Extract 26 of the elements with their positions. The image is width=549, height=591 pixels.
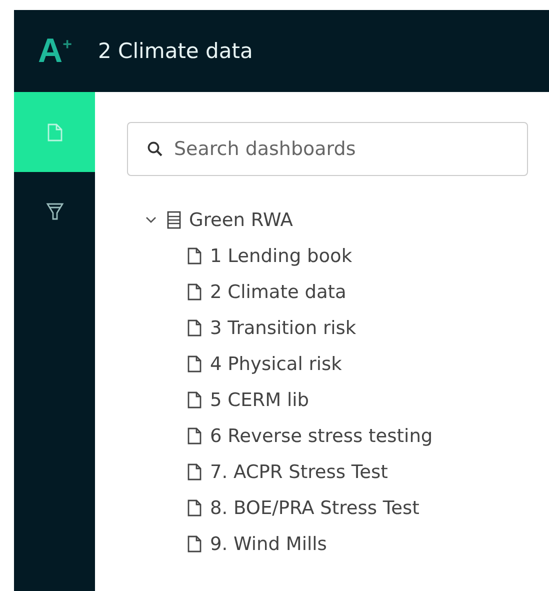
document-icon xyxy=(187,427,202,445)
tree-item[interactable]: 2 Climate data xyxy=(210,282,346,302)
document-icon xyxy=(187,247,202,265)
document-icon xyxy=(187,283,202,301)
document-icon xyxy=(187,319,202,337)
document-icon xyxy=(187,499,202,517)
tree-item[interactable]: 5 CERM lib xyxy=(210,390,309,410)
filter-icon xyxy=(46,202,64,222)
page-title: 2 Climate data xyxy=(98,39,253,63)
document-icon xyxy=(187,463,202,481)
document-icon xyxy=(46,122,62,142)
database-icon xyxy=(167,211,181,229)
tree-item[interactable]: 9. Wind Mills xyxy=(210,534,327,554)
nav-button[interactable] xyxy=(14,92,95,172)
tree-item[interactable]: 1 Lending book xyxy=(210,246,352,266)
app-logo: A$^{+}$ xyxy=(37,32,73,70)
document-icon xyxy=(187,535,202,553)
document-icon xyxy=(187,355,202,373)
tree-item[interactable]: 3 Transition risk xyxy=(210,318,356,338)
tree-item[interactable]: 7. ACPR Stress Test xyxy=(210,462,388,482)
tree-item[interactable]: 6 Reverse stress testing xyxy=(210,426,433,446)
tree-item[interactable]: Green RWA xyxy=(189,210,293,230)
document-icon xyxy=(187,391,202,409)
search-field[interactable]: Search dashboards xyxy=(127,122,528,176)
tree-item[interactable]: 8. BOE/PRA Stress Test xyxy=(210,498,420,518)
tree-item[interactable]: 4 Physical risk xyxy=(210,354,342,374)
